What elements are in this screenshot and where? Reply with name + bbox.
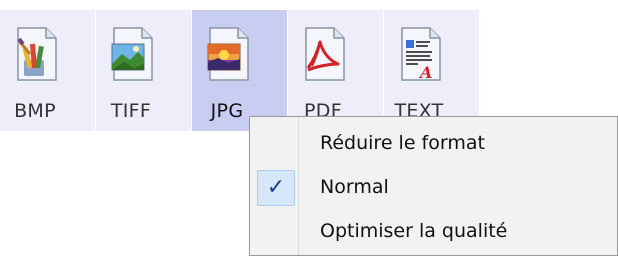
jpg-file-icon bbox=[206, 24, 252, 84]
checked-indicator: ✓ bbox=[257, 170, 295, 206]
svg-text:A: A bbox=[418, 63, 432, 82]
menu-item-normal[interactable]: ✓ Normal bbox=[250, 169, 617, 209]
pdf-file-icon bbox=[302, 24, 348, 84]
text-format-button[interactable]: A TEXT bbox=[384, 10, 479, 131]
checkmark-icon: ✓ bbox=[266, 175, 286, 200]
tiff-format-button[interactable]: TIFF bbox=[96, 10, 191, 131]
menu-item-label: Réduire le format bbox=[320, 132, 485, 154]
file-format-toolbar: BMP TIFF JPG PDF A TEXT bbox=[0, 10, 480, 131]
pdf-format-button[interactable]: PDF bbox=[288, 10, 383, 131]
tiff-format-label: TIFF bbox=[110, 100, 152, 122]
jpg-quality-context-menu: Réduire le format ✓ Normal Optimiser la … bbox=[249, 116, 618, 256]
scan-format-panel: BMP TIFF JPG PDF A TEXT Réduire le forma… bbox=[0, 0, 618, 256]
menu-item-label: Optimiser la qualité bbox=[320, 220, 508, 242]
tiff-file-icon bbox=[110, 24, 156, 84]
text-file-icon: A bbox=[398, 24, 444, 84]
menu-item-label: Normal bbox=[320, 176, 389, 198]
bmp-format-button[interactable]: BMP bbox=[0, 10, 95, 131]
menu-item-optimize-quality[interactable]: Optimiser la qualité bbox=[250, 213, 617, 253]
jpg-format-button[interactable]: JPG bbox=[192, 10, 287, 131]
bmp-file-icon bbox=[14, 24, 60, 84]
bmp-format-label: BMP bbox=[14, 100, 56, 122]
menu-item-reduce-size[interactable]: Réduire le format bbox=[250, 125, 617, 165]
